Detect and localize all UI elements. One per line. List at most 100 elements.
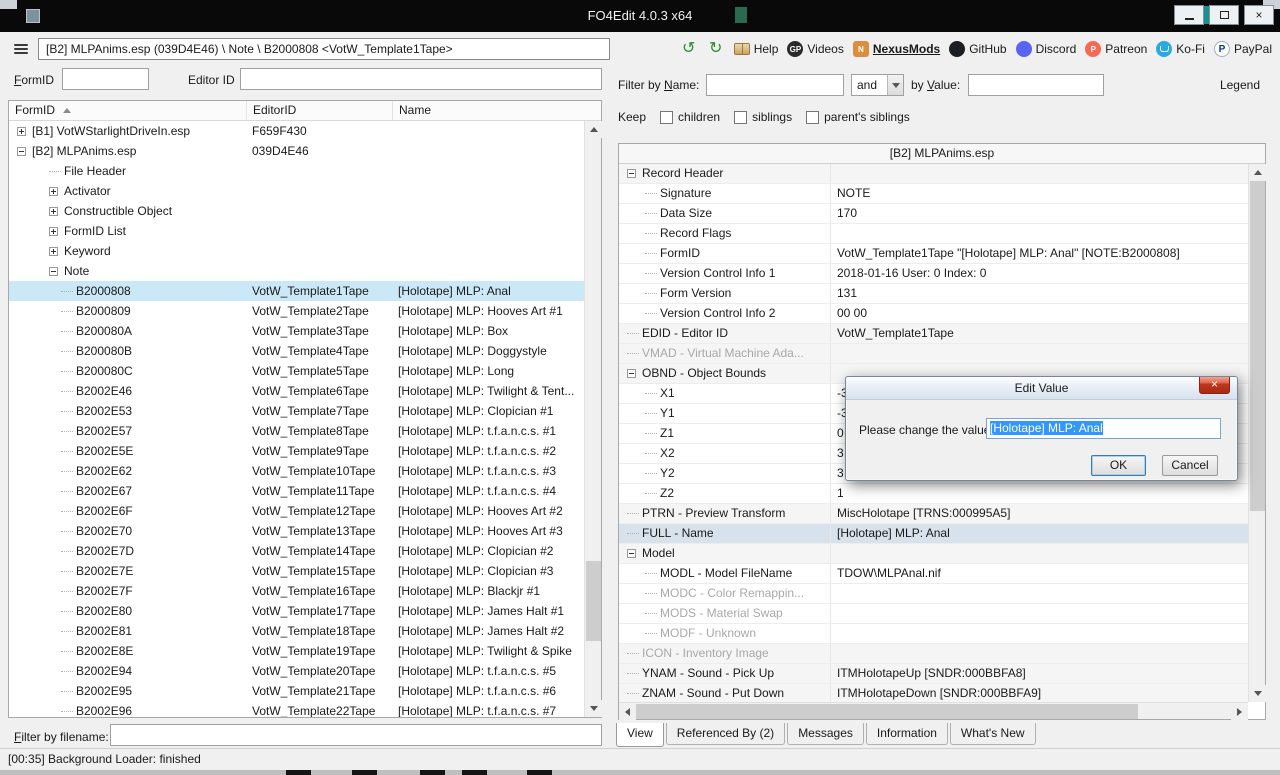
tree-row[interactable]: B200080CVotW_Template5Tape[Holotape] MLP… [9,361,584,381]
record-row[interactable]: FULL - Name[Holotape] MLP: Anal [619,524,1248,544]
discord-link[interactable]: Discord [1016,41,1077,57]
dialog-close-button[interactable]: × [1199,377,1230,394]
tree-vertical-scrollbar[interactable] [584,121,601,717]
record-row[interactable]: Form Version131 [619,284,1248,304]
record-row[interactable]: VMAD - Virtual Machine Ada... [619,344,1248,364]
collapse-icon[interactable] [627,369,636,378]
tree-row[interactable]: Note [9,261,584,281]
scroll-right-icon[interactable] [1231,703,1248,720]
record-row[interactable]: MODC - Color Remappin... [619,584,1248,604]
kofi-link[interactable]: Ko-Fi [1156,41,1205,57]
scroll-up-icon[interactable] [1249,164,1266,181]
tree-row[interactable]: B2002E94VotW_Template20Tape[Holotape] ML… [9,661,584,681]
formid-input[interactable] [62,68,149,90]
tree-row[interactable]: B2002E95VotW_Template21Tape[Holotape] ML… [9,681,584,701]
tree-row[interactable]: [B2] MLPAnims.esp039D4E46 [9,141,584,161]
tree-row[interactable]: B2002E57VotW_Template8Tape[Holotape] MLP… [9,421,584,441]
videos-link[interactable]: GPVideos [787,41,843,57]
tab-information[interactable]: Information [866,723,948,745]
record-row[interactable]: FormIDVotW_Template1Tape "[Holotape] MLP… [619,244,1248,264]
tree-row[interactable]: B2002E7FVotW_Template16Tape[Holotape] ML… [9,581,584,601]
record-vertical-scrollbar[interactable] [1248,164,1265,702]
keep-option-siblings[interactable]: siblings [734,110,792,124]
tree-row[interactable]: B2002E81VotW_Template18Tape[Holotape] ML… [9,621,584,641]
column-header-name[interactable]: Name [393,101,601,120]
record-hscrollbar-thumb[interactable] [636,704,1138,719]
record-row[interactable]: EDID - Editor IDVotW_Template1Tape [619,324,1248,344]
keep-option-parent-s-siblings[interactable]: parent's siblings [806,110,910,124]
collapse-icon[interactable] [49,267,58,276]
tree-row[interactable]: FormID List [9,221,584,241]
expand-icon[interactable] [17,127,26,136]
siblings-checkbox[interactable] [734,111,747,124]
scroll-down-icon[interactable] [585,700,602,717]
tree-row[interactable]: B2002E7EVotW_Template15Tape[Holotape] ML… [9,561,584,581]
dialog-titlebar[interactable]: Edit Value × [846,377,1237,400]
tree-row[interactable]: B2002E70VotW_Template13Tape[Holotape] ML… [9,521,584,541]
breadcrumb[interactable]: [B2] MLPAnims.esp (039D4E46) \ Note \ B2… [38,38,610,60]
record-row[interactable]: Version Control Info 200 00 [619,304,1248,324]
collapse-icon[interactable] [627,549,636,558]
tree-row[interactable]: B2002E7DVotW_Template14Tape[Holotape] ML… [9,541,584,561]
tree-row[interactable]: B2002E62VotW_Template10Tape[Holotape] ML… [9,461,584,481]
main-menu-button[interactable] [10,39,32,59]
record-row[interactable]: Version Control Info 12018-01-16 User: 0… [619,264,1248,284]
column-header-editorid[interactable]: EditorID [247,101,393,120]
tree-row[interactable]: B2002E96VotW_Template22Tape[Holotape] ML… [9,701,584,717]
tree-row[interactable]: B2002E67VotW_Template11Tape[Holotape] ML… [9,481,584,501]
column-header-formid[interactable]: FormID [9,101,247,120]
tree-row[interactable]: Constructible Object [9,201,584,221]
collapse-icon[interactable] [627,169,636,178]
expand-icon[interactable] [49,187,58,196]
filter-by-name-input[interactable] [706,74,844,96]
tree-row[interactable]: Activator [9,181,584,201]
record-row[interactable]: ZNAM - Sound - Put DownITMHolotapeDown [… [619,684,1248,702]
record-row[interactable]: Z21 [619,484,1248,504]
tree-row[interactable]: B200080BVotW_Template4Tape[Holotape] MLP… [9,341,584,361]
record-scrollbar-thumb[interactable] [1250,181,1265,511]
tree-row[interactable]: B200080AVotW_Template3Tape[Holotape] MLP… [9,321,584,341]
editorid-input[interactable] [240,68,602,90]
tree-row[interactable]: B2002E53VotW_Template7Tape[Holotape] MLP… [9,401,584,421]
by-value-input[interactable] [968,74,1104,96]
cancel-button[interactable]: Cancel [1162,455,1218,476]
record-row[interactable]: MODF - Unknown [619,624,1248,644]
forward-button[interactable]: ↻ [707,40,725,58]
ok-button[interactable]: OK [1091,455,1146,476]
expand-icon[interactable] [49,247,58,256]
filter-operator-select[interactable]: and [851,74,904,96]
tree-scrollbar-thumb[interactable] [586,561,601,641]
record-column-header[interactable]: [B2] MLPAnims.esp [619,144,1265,164]
scroll-left-icon[interactable] [619,703,636,720]
record-row[interactable]: ICON - Inventory Image [619,644,1248,664]
close-button[interactable]: × [1244,5,1274,25]
record-row[interactable]: Model [619,544,1248,564]
minimize-button[interactable] [1174,5,1204,25]
paypal-link[interactable]: PPayPal [1214,41,1272,57]
children-checkbox[interactable] [660,111,673,124]
parent-s-siblings-checkbox[interactable] [806,111,819,124]
scroll-up-icon[interactable] [585,121,602,138]
back-button[interactable]: ↺ [680,40,698,58]
nexusmods-link[interactable]: NNexusMods [853,41,940,57]
record-row[interactable]: SignatureNOTE [619,184,1248,204]
tree-row[interactable]: File Header [9,161,584,181]
record-row[interactable]: Data Size170 [619,204,1248,224]
patreon-link[interactable]: PPatreon [1085,41,1147,57]
tab-view[interactable]: View [616,723,664,747]
record-row[interactable]: MODS - Material Swap [619,604,1248,624]
scroll-down-icon[interactable] [1249,685,1266,702]
tab-messages[interactable]: Messages [787,723,864,745]
expand-icon[interactable] [49,227,58,236]
record-row[interactable]: Record Header [619,164,1248,184]
legend-button[interactable]: Legend [1220,78,1260,92]
value-input[interactable]: [Holotape] MLP: Anal [986,418,1221,439]
maximize-button[interactable] [1209,5,1239,25]
tree-row[interactable]: B2000808VotW_Template1Tape[Holotape] MLP… [9,281,584,301]
tree-row[interactable]: [B1] VotWStarlightDriveIn.espF659F430 [9,121,584,141]
help-link[interactable]: Help [734,42,779,56]
record-row[interactable]: Record Flags [619,224,1248,244]
tab-what-s-new[interactable]: What's New [950,723,1036,745]
github-link[interactable]: GitHub [949,41,1006,57]
tree-row[interactable]: B2002E5EVotW_Template9Tape[Holotape] MLP… [9,441,584,461]
